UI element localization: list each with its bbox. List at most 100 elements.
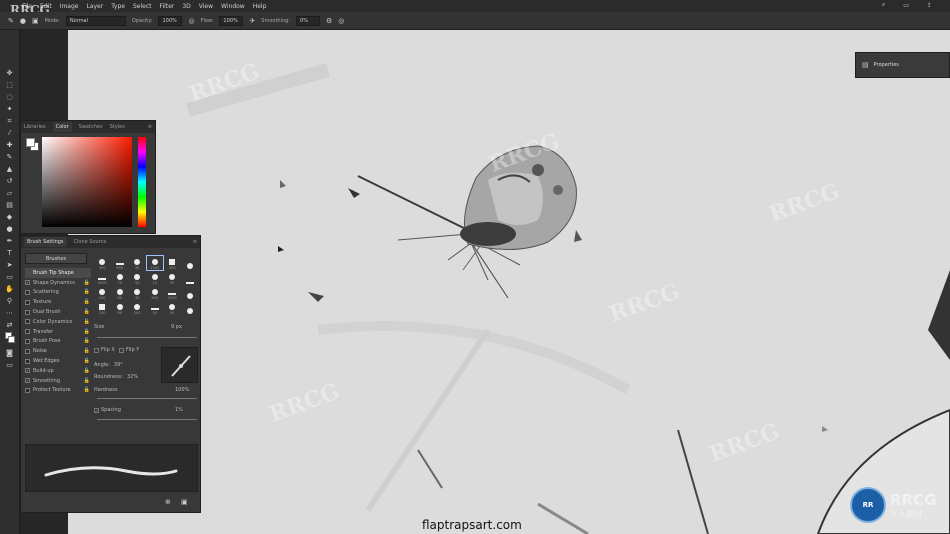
- panel-menu-icon[interactable]: ≡: [193, 239, 197, 245]
- brush-tip[interactable]: 70: [112, 271, 129, 285]
- brush-option-item[interactable]: Texture 🔓: [25, 297, 91, 307]
- brush-tip[interactable]: 1500: [145, 255, 164, 271]
- brush-tool-icon[interactable]: ✎: [8, 17, 14, 25]
- brush-option-item[interactable]: Brush Pose 🔓: [25, 337, 91, 347]
- size-slider[interactable]: [97, 337, 197, 338]
- eraser-tool-icon[interactable]: ▱: [3, 188, 17, 198]
- brush-tip[interactable]: [182, 271, 199, 285]
- brush-option-checkbox[interactable]: ✓: [25, 368, 30, 374]
- flip-x-checkbox[interactable]: [94, 347, 99, 353]
- brush-tip[interactable]: 60: [112, 301, 129, 315]
- dodge-tool-icon[interactable]: ●: [3, 224, 17, 234]
- lock-icon[interactable]: 🔓: [84, 299, 90, 305]
- brush-option-checkbox[interactable]: [25, 329, 30, 335]
- brush-option-item[interactable]: ✓ Smoothing 🔓: [25, 376, 91, 386]
- color-field[interactable]: [42, 137, 132, 227]
- airbrush-icon[interactable]: ✈: [249, 17, 255, 25]
- brush-preset-icon[interactable]: ●: [20, 17, 26, 25]
- menu-view[interactable]: View: [199, 3, 213, 10]
- brush-option-checkbox[interactable]: [25, 309, 30, 315]
- brush-tip[interactable]: 200: [129, 301, 146, 315]
- brush-angle-preview[interactable]: [161, 347, 198, 383]
- brush-option-item[interactable]: Noise 🔓: [25, 346, 91, 356]
- lock-icon[interactable]: 🔓: [84, 309, 90, 315]
- menu-filter[interactable]: Filter: [160, 3, 175, 10]
- brush-tip[interactable]: 30: [129, 256, 146, 270]
- lasso-tool-icon[interactable]: ◌: [3, 92, 17, 102]
- workspace-icon[interactable]: ▭: [903, 1, 909, 9]
- brush-tip[interactable]: 300: [94, 256, 111, 270]
- healing-tool-icon[interactable]: ✚: [3, 140, 17, 150]
- lock-icon[interactable]: 🔓: [84, 319, 90, 325]
- menu-help[interactable]: Help: [253, 3, 267, 10]
- brush-tip[interactable]: 2500: [94, 271, 111, 285]
- panel-menu-icon[interactable]: ≡: [148, 124, 152, 130]
- brush-option-checkbox[interactable]: ✓: [25, 378, 30, 384]
- tab-clone-source[interactable]: Clone Source: [74, 239, 107, 245]
- pen-tool-icon[interactable]: ✒: [3, 236, 17, 246]
- history-brush-tool-icon[interactable]: ↺: [3, 176, 17, 186]
- lock-icon[interactable]: 🔓: [84, 378, 90, 384]
- hand-tool-icon[interactable]: ✋: [3, 284, 17, 294]
- brush-tip[interactable]: 100: [94, 301, 111, 315]
- tab-libraries[interactable]: Libraries: [24, 124, 46, 130]
- brush-option-item[interactable]: Brush Tip Shape: [25, 268, 91, 278]
- brush-option-checkbox[interactable]: [25, 387, 30, 393]
- path-select-tool-icon[interactable]: ➤: [3, 260, 17, 270]
- spacing-value[interactable]: 1%: [175, 407, 183, 413]
- tab-swatches[interactable]: Swatches: [79, 124, 103, 130]
- crop-tool-icon[interactable]: ⌗: [3, 116, 17, 126]
- stamp-tool-icon[interactable]: ▲: [3, 164, 17, 174]
- foreground-color-swatch[interactable]: [26, 138, 35, 147]
- menu-window[interactable]: Window: [221, 3, 245, 10]
- brush-option-item[interactable]: Dual Brush 🔓: [25, 307, 91, 317]
- lock-icon[interactable]: 🔓: [84, 358, 90, 364]
- brush-tip[interactable]: [182, 256, 199, 270]
- brush-option-item[interactable]: Transfer 🔓: [25, 327, 91, 337]
- lock-icon[interactable]: 🔓: [84, 348, 90, 354]
- gear-icon[interactable]: ⚙: [326, 17, 332, 25]
- brush-option-item[interactable]: Color Dynamics 🔓: [25, 317, 91, 327]
- lock-icon[interactable]: 🔓: [84, 338, 90, 344]
- shape-tool-icon[interactable]: ▭: [3, 272, 17, 282]
- search-icon[interactable]: ⌕: [882, 1, 885, 9]
- flow-field[interactable]: 100%: [219, 15, 244, 26]
- brush-tip[interactable]: 100: [94, 286, 111, 300]
- eyedropper-tool-icon[interactable]: ⁄: [3, 128, 17, 138]
- blur-tool-icon[interactable]: ◆: [3, 212, 17, 222]
- brush-option-item[interactable]: Wet Edges 🔓: [25, 356, 91, 366]
- spacing-slider[interactable]: [97, 419, 197, 420]
- mode-select[interactable]: Normal: [65, 15, 126, 26]
- opacity-field[interactable]: 100%: [158, 15, 183, 26]
- pressure-size-icon[interactable]: ◎: [338, 17, 344, 25]
- color-swatches-icon[interactable]: [3, 332, 17, 346]
- brush-option-checkbox[interactable]: [25, 348, 30, 354]
- lock-icon[interactable]: 🔓: [84, 368, 90, 374]
- brush-option-checkbox[interactable]: [25, 289, 30, 295]
- brush-option-checkbox[interactable]: [25, 358, 30, 364]
- brush-option-item[interactable]: Protect Texture 🔓: [25, 386, 91, 396]
- brush-tool-icon[interactable]: ✎: [3, 152, 17, 162]
- brush-tip[interactable]: 1000: [164, 286, 181, 300]
- flip-y-checkbox[interactable]: [118, 347, 124, 353]
- brushes-button[interactable]: Brushes: [25, 253, 87, 264]
- roundness-value[interactable]: 32%: [127, 374, 138, 380]
- smoothing-field[interactable]: 0%: [296, 15, 321, 26]
- brush-tip[interactable]: 500: [147, 286, 164, 300]
- lock-icon[interactable]: 🔓: [84, 289, 90, 295]
- brush-option-item[interactable]: ✓ Build-up 🔓: [25, 366, 91, 376]
- tab-color[interactable]: Color: [52, 122, 72, 132]
- quick-mask-icon[interactable]: ◙: [3, 348, 17, 358]
- lock-icon[interactable]: 🔓: [84, 329, 90, 335]
- swap-colors-icon[interactable]: ⇄: [3, 320, 17, 330]
- brush-tip[interactable]: 50: [164, 271, 181, 285]
- magic-wand-tool-icon[interactable]: ✦: [3, 104, 17, 114]
- brush-option-item[interactable]: Scattering 🔓: [25, 288, 91, 298]
- brush-tip[interactable]: 300: [164, 256, 181, 270]
- screen-mode-icon[interactable]: ▭: [3, 360, 17, 370]
- menu-type[interactable]: Type: [111, 3, 125, 10]
- brush-option-checkbox[interactable]: [25, 338, 30, 344]
- lock-icon[interactable]: 🔓: [84, 387, 90, 393]
- marquee-tool-icon[interactable]: ⬚: [3, 80, 17, 90]
- tab-styles[interactable]: Styles: [110, 124, 125, 130]
